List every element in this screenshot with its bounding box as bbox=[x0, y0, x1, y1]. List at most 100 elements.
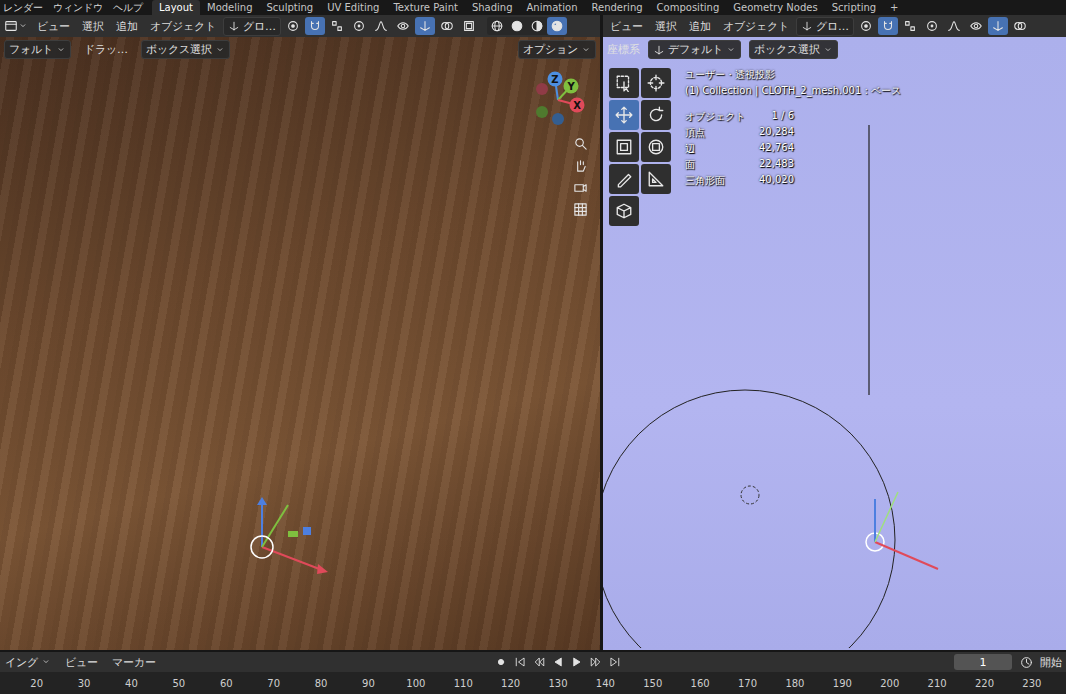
workspace-tab[interactable]: Animation bbox=[520, 0, 585, 15]
tool-button[interactable] bbox=[641, 68, 671, 98]
shading-button[interactable] bbox=[487, 17, 507, 35]
shading-button[interactable] bbox=[527, 17, 547, 35]
right-editor: ビュー選択追加オブジェクトグロ…座標系デフォルトボックス選択ユーザー・透視投影(… bbox=[603, 15, 1066, 650]
workspace-tab[interactable]: Sculpting bbox=[260, 0, 321, 15]
tool-button[interactable] bbox=[609, 164, 639, 194]
menu-item[interactable]: レンダー bbox=[0, 0, 50, 15]
header-toggle[interactable] bbox=[922, 17, 942, 35]
header-menu[interactable]: マーカー bbox=[107, 655, 161, 670]
tool-button[interactable] bbox=[609, 68, 639, 98]
header-toggle[interactable] bbox=[283, 17, 303, 35]
header-menu[interactable]: オブジェクト bbox=[718, 19, 794, 34]
tool-button[interactable] bbox=[641, 164, 671, 194]
tool-button[interactable] bbox=[609, 196, 639, 226]
navigation-button[interactable] bbox=[570, 134, 590, 152]
axis-label: X bbox=[573, 100, 581, 111]
frame-tick: 180 bbox=[771, 678, 818, 689]
wireframe-viewport[interactable]: 座標系デフォルトボックス選択ユーザー・透視投影(1) Collection | … bbox=[603, 37, 1066, 650]
header-toggle[interactable] bbox=[437, 17, 457, 35]
playback-button[interactable] bbox=[492, 653, 509, 671]
shading-button[interactable] bbox=[507, 17, 527, 35]
header-toggle[interactable] bbox=[900, 17, 920, 35]
workspace-tab[interactable]: UV Editing bbox=[320, 0, 386, 15]
navigation-button[interactable] bbox=[570, 178, 590, 196]
tool-setting[interactable]: フォルト bbox=[4, 40, 71, 59]
scale-icon bbox=[615, 138, 633, 156]
jump-start-icon bbox=[514, 656, 526, 668]
tool-button[interactable] bbox=[609, 132, 639, 162]
header-menu[interactable]: 追加 bbox=[111, 19, 143, 34]
header-toggle[interactable] bbox=[878, 17, 898, 35]
navigation-button[interactable] bbox=[570, 200, 590, 218]
shading-button[interactable] bbox=[547, 17, 567, 35]
workspace-tab[interactable]: Geometry Nodes bbox=[726, 0, 824, 15]
header-toggle[interactable] bbox=[305, 17, 325, 35]
options-dropdown[interactable]: オプション bbox=[518, 40, 596, 59]
header-menu[interactable]: オブジェクト bbox=[145, 19, 221, 34]
current-frame-field[interactable]: 1 bbox=[954, 654, 1012, 670]
workspace-tab[interactable]: Shading bbox=[465, 0, 520, 15]
header-toggle[interactable] bbox=[327, 17, 347, 35]
workspace-tab[interactable]: Modeling bbox=[200, 0, 260, 15]
workspace-tab[interactable]: Layout bbox=[152, 0, 200, 15]
tool-setting[interactable]: デフォルト bbox=[648, 40, 741, 59]
header-toggle[interactable] bbox=[393, 17, 413, 35]
camera-icon bbox=[573, 180, 588, 195]
stat-value: 20,284 bbox=[759, 126, 794, 140]
editor-type-button[interactable] bbox=[2, 17, 30, 35]
stat-value: 1 / 6 bbox=[759, 110, 794, 124]
playback-button[interactable] bbox=[530, 653, 547, 671]
view-name: ユーザー・透視投影 bbox=[685, 68, 901, 82]
frame-ruler[interactable]: 2030405060708090100110120130140150160170… bbox=[0, 672, 1066, 694]
navigation-button[interactable] bbox=[570, 156, 590, 174]
header-toggle[interactable] bbox=[415, 17, 435, 35]
keying-dropdown[interactable]: イング bbox=[0, 653, 56, 672]
header-toggle[interactable] bbox=[371, 17, 391, 35]
orientation-dropdown[interactable]: グロ… bbox=[223, 17, 281, 36]
playback-button[interactable] bbox=[511, 653, 528, 671]
clock-button[interactable] bbox=[1016, 653, 1036, 671]
tool-setting[interactable]: ボックス選択 bbox=[749, 40, 838, 59]
add-cube-icon bbox=[615, 202, 633, 220]
tool-button[interactable] bbox=[609, 100, 639, 130]
playback-button[interactable] bbox=[549, 653, 566, 671]
workspace-tab[interactable]: Texture Paint bbox=[386, 0, 465, 15]
orientation-dropdown[interactable]: グロ… bbox=[796, 17, 854, 36]
workspace-tab[interactable]: Compositing bbox=[650, 0, 727, 15]
tool-setting[interactable]: ドラッ… bbox=[79, 40, 133, 59]
frame-tick: 170 bbox=[724, 678, 771, 689]
add-workspace-button[interactable]: + bbox=[883, 0, 905, 15]
header-toggle[interactable] bbox=[459, 17, 479, 35]
header-menu[interactable]: ビュー bbox=[605, 19, 648, 34]
workspace-tab[interactable]: Scripting bbox=[825, 0, 883, 15]
snap-icon bbox=[308, 19, 322, 33]
main-menu: レンダーウィンドウヘルプ bbox=[0, 0, 152, 15]
header-toggle[interactable] bbox=[966, 17, 986, 35]
frame-tick: 70 bbox=[250, 678, 297, 689]
menu-item[interactable]: ヘルプ bbox=[110, 0, 150, 15]
rendered-viewport[interactable]: フォルトドラッ… ボックス選択 オプション ZYX bbox=[0, 37, 600, 650]
header-menu[interactable]: ビュー bbox=[60, 655, 103, 670]
tool-button[interactable] bbox=[641, 100, 671, 130]
playback-button[interactable] bbox=[587, 653, 604, 671]
header-menu[interactable]: 追加 bbox=[684, 19, 716, 34]
playback-button[interactable] bbox=[568, 653, 585, 671]
chevron-icon bbox=[823, 45, 833, 55]
header-toggle[interactable] bbox=[1010, 17, 1030, 35]
falloff-icon bbox=[947, 19, 961, 33]
header-toggle[interactable] bbox=[349, 17, 369, 35]
playback-button[interactable] bbox=[606, 653, 623, 671]
header-toggle[interactable] bbox=[856, 17, 876, 35]
frame-tick: 160 bbox=[676, 678, 723, 689]
header-menu[interactable]: 選択 bbox=[650, 19, 682, 34]
header-menu[interactable]: ビュー bbox=[32, 19, 75, 34]
frame-tick: 130 bbox=[534, 678, 581, 689]
navigation-gizmo-icon[interactable]: ZYX bbox=[522, 68, 592, 128]
tool-button[interactable] bbox=[641, 132, 671, 162]
menu-item[interactable]: ウィンドウ bbox=[50, 0, 110, 15]
header-toggle[interactable] bbox=[944, 17, 964, 35]
workspace-tab[interactable]: Rendering bbox=[585, 0, 650, 15]
header-menu[interactable]: 選択 bbox=[77, 19, 109, 34]
header-toggle[interactable] bbox=[988, 17, 1008, 35]
tool-setting[interactable]: ボックス選択 bbox=[141, 40, 230, 59]
